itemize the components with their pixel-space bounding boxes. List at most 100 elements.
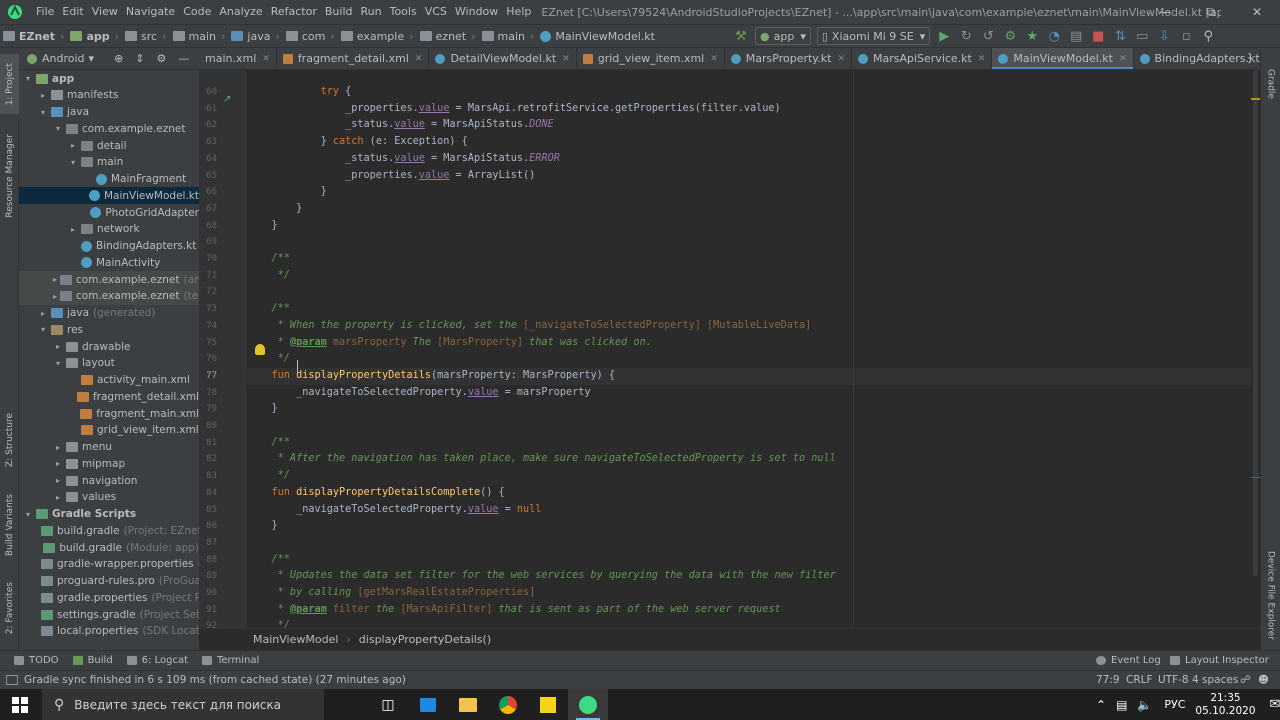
- crumb-src[interactable]: src ›: [122, 30, 169, 43]
- chevron-down-icon[interactable]: ▾: [68, 158, 78, 167]
- tree-item[interactable]: ▾ Gradle Scripts: [19, 506, 199, 523]
- code-line[interactable]: /**: [247, 435, 290, 452]
- notifications-icon[interactable]: ✉: [1270, 697, 1280, 712]
- code-line[interactable]: _navigateToSelectedProperty.value = null: [247, 502, 541, 519]
- code-line[interactable]: _navigateToSelectedProperty.value = mars…: [247, 385, 590, 402]
- profiler-icon[interactable]: ◔: [1043, 27, 1065, 45]
- chevron-right-icon[interactable]: ▸: [53, 292, 57, 301]
- crumb-app[interactable]: app ›: [67, 30, 122, 43]
- apply-changes-icon[interactable]: ↻: [955, 27, 977, 45]
- code-line[interactable]: * @param marsProperty The [MarsProperty]…: [247, 335, 652, 352]
- code-line[interactable]: */: [247, 468, 290, 485]
- tab-overflow-icon[interactable]: ⋮: [1243, 51, 1256, 66]
- stop-icon[interactable]: ■: [1087, 27, 1109, 45]
- chevron-down-icon[interactable]: ▾: [23, 510, 33, 519]
- chevron-right-icon[interactable]: ▸: [53, 459, 63, 468]
- chevron-up-icon[interactable]: ⌃: [1096, 698, 1106, 712]
- code-line[interactable]: try {: [247, 84, 352, 101]
- coverage-icon[interactable]: ▤: [1065, 27, 1087, 45]
- attach-debugger-icon[interactable]: ★: [1021, 27, 1043, 45]
- tree-item[interactable]: local.properties(SDK Location: [19, 623, 199, 640]
- tree-item[interactable]: MainActivity: [19, 254, 199, 271]
- code-line[interactable]: _status.value = MarsApiStatus.ERROR: [247, 151, 560, 168]
- chevron-right-icon[interactable]: ▸: [68, 141, 78, 150]
- chevron-down-icon[interactable]: ▾: [53, 359, 63, 368]
- project-tool-tab[interactable]: 1: Project: [0, 54, 19, 114]
- taskbar-search[interactable]: ⚲ Введите здесь текст для поиска: [42, 689, 324, 720]
- editor-tab[interactable]: MarsProperty.kt ✕: [725, 48, 852, 69]
- tree-item[interactable]: ▾ app: [19, 70, 199, 87]
- code-line[interactable]: */: [247, 351, 290, 368]
- tree-item[interactable]: ▸ mipmap: [19, 455, 199, 472]
- tree-item[interactable]: ▸ menu: [19, 439, 199, 456]
- tree-item[interactable]: MainViewModel.kt: [19, 187, 199, 205]
- close-tab-icon[interactable]: ✕: [710, 54, 718, 64]
- search-everywhere-icon[interactable]: ⚲: [1197, 27, 1219, 45]
- crumb-eznet[interactable]: eznet ›: [417, 30, 479, 43]
- tree-item[interactable]: ▸ network: [19, 221, 199, 238]
- implements-marker-icon[interactable]: ↗: [223, 94, 231, 105]
- close-window-button[interactable]: ✕: [1234, 0, 1280, 24]
- tree-item[interactable]: MainFragment: [19, 171, 199, 188]
- taskbar-app-android-studio[interactable]: [568, 689, 608, 720]
- code-line[interactable]: } catch (e: Exception) {: [247, 134, 468, 151]
- maximize-button[interactable]: ⧉: [1188, 0, 1234, 24]
- code-line[interactable]: _properties.value = MarsApi.retrofitServ…: [247, 101, 781, 118]
- tree-item[interactable]: ▸ com.example.eznet(test): [19, 287, 199, 305]
- menu-refactor[interactable]: Refactor: [267, 0, 321, 24]
- chevron-right-icon[interactable]: ▸: [38, 91, 48, 100]
- tree-item[interactable]: ▾ com.example.eznet: [19, 120, 199, 137]
- debug-icon[interactable]: ⚙: [999, 27, 1021, 45]
- tree-item[interactable]: activity_main.xml: [19, 372, 199, 389]
- chevron-right-icon[interactable]: ▸: [53, 275, 57, 284]
- menu-view[interactable]: View: [88, 0, 122, 24]
- close-tab-icon[interactable]: ✕: [1119, 54, 1127, 64]
- crumb-main-pkg[interactable]: main ›: [479, 30, 538, 43]
- code-line[interactable]: }: [247, 184, 327, 201]
- gear-icon[interactable]: ⚙: [157, 52, 167, 65]
- crumb-project[interactable]: EZnet ›: [0, 30, 67, 43]
- menu-file[interactable]: File: [32, 0, 58, 24]
- start-button[interactable]: [0, 689, 40, 720]
- menu-code[interactable]: Code: [179, 0, 215, 24]
- indent-setting[interactable]: 4 spaces: [1192, 674, 1238, 686]
- code-line[interactable]: */: [247, 618, 290, 628]
- chevron-down-icon[interactable]: ▾: [53, 124, 63, 133]
- taskbar-app-chrome[interactable]: [488, 689, 528, 720]
- file-encoding[interactable]: UTF-8: [1158, 674, 1189, 686]
- menu-vcs[interactable]: VCS: [421, 0, 451, 24]
- code-line[interactable]: * When the property is clicked, set the …: [247, 318, 812, 335]
- layout-inspector-icon[interactable]: ▫: [1175, 27, 1197, 45]
- code-line[interactable]: }: [247, 518, 278, 535]
- code-line[interactable]: * Updates the data set filter for the we…: [247, 568, 836, 585]
- run-icon[interactable]: ▶: [933, 27, 955, 45]
- menu-tools[interactable]: Tools: [386, 0, 421, 24]
- chevron-down-icon[interactable]: ▾: [38, 325, 48, 334]
- collapse-icon[interactable]: ⇕: [135, 52, 144, 65]
- language-indicator[interactable]: РУС: [1164, 698, 1185, 711]
- tree-item[interactable]: PhotoGridAdapter: [19, 204, 199, 221]
- menu-navigate[interactable]: Navigate: [122, 0, 179, 24]
- menu-analyze[interactable]: Analyze: [215, 0, 266, 24]
- code-editor[interactable]: try { _properties.value = MarsApi.retrof…: [247, 70, 1251, 628]
- chevron-right-icon[interactable]: ▸: [53, 476, 63, 485]
- todo-tool-button[interactable]: TODO: [14, 655, 59, 666]
- menu-build[interactable]: Build: [321, 0, 357, 24]
- code-line[interactable]: /**: [247, 552, 290, 569]
- code-line[interactable]: _properties.value = ArrayList(): [247, 168, 535, 185]
- tree-item[interactable]: gradle.properties(Project Prop: [19, 589, 199, 606]
- chevron-down-icon[interactable]: ▾: [89, 52, 95, 65]
- editor-tab[interactable]: fragment_detail.xml ✕: [277, 48, 430, 69]
- device-select[interactable]: ▯ Xiaomi Mi 9 SE ▾: [816, 27, 931, 45]
- tree-item[interactable]: BindingAdapters.kt: [19, 238, 199, 255]
- chevron-right-icon[interactable]: ▸: [53, 342, 63, 351]
- chevron-down-icon[interactable]: ▾: [38, 108, 48, 117]
- build-variants-tab[interactable]: Build Variants: [0, 488, 19, 563]
- tree-item[interactable]: fragment_detail.xml: [19, 388, 199, 405]
- lightbulb-icon[interactable]: [255, 344, 265, 355]
- taskbar-app-notes[interactable]: [528, 689, 568, 720]
- taskbar-app-store[interactable]: [408, 689, 448, 720]
- tree-item[interactable]: build.gradle (Project: EZnet): [19, 522, 199, 539]
- crumb-file[interactable]: MainViewModel.kt: [537, 30, 658, 43]
- gradle-tab[interactable]: Gradle: [1261, 64, 1280, 104]
